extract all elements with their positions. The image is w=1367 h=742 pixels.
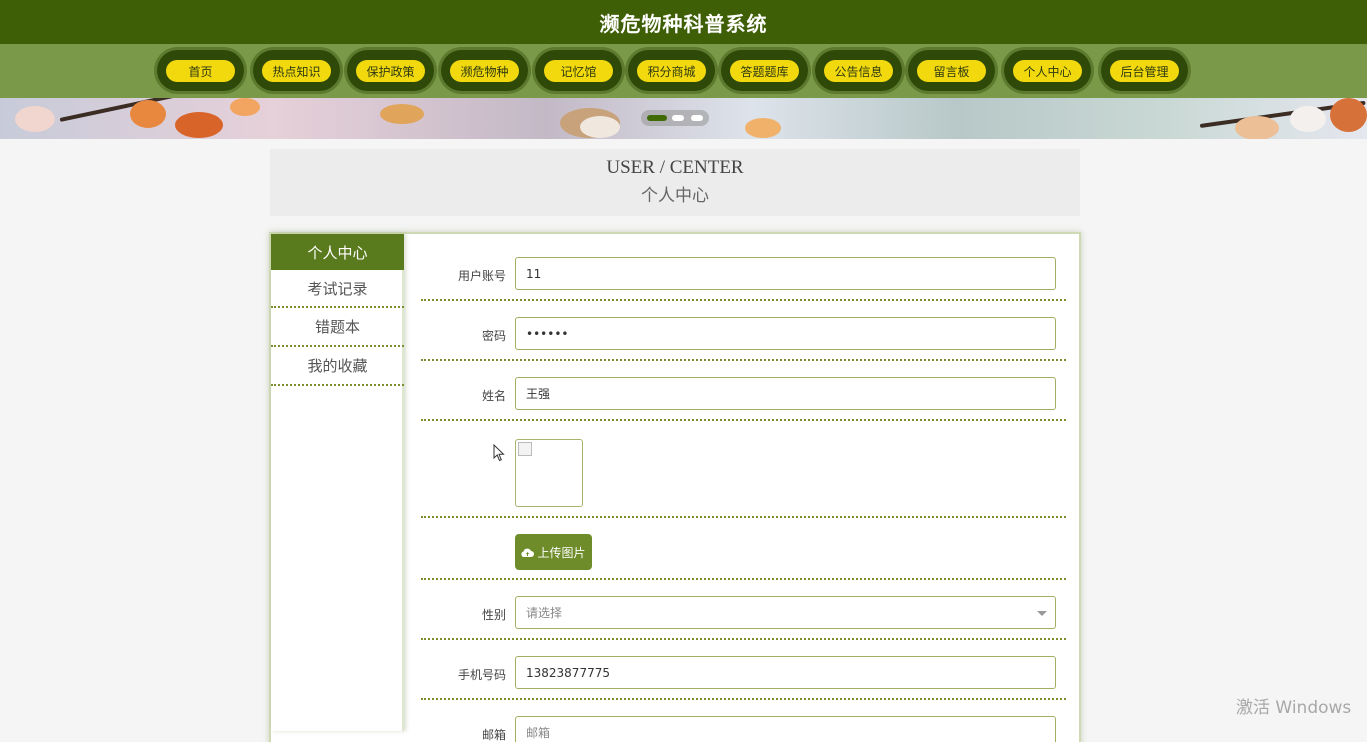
account-input[interactable]: 11 (515, 257, 1056, 290)
nav-label: 积分商城 (637, 60, 706, 82)
nav-label: 留言板 (917, 60, 986, 82)
nav-protection-policy[interactable]: 保护政策 (347, 50, 434, 91)
nav-label: 濒危物种 (450, 60, 519, 82)
nav-admin[interactable]: 后台管理 (1101, 50, 1188, 91)
nav-endangered-species[interactable]: 濒危物种 (441, 50, 528, 91)
nav-label: 后台管理 (1110, 60, 1179, 82)
nav-label: 个人中心 (1013, 60, 1082, 82)
nav-label: 答题题库 (730, 60, 799, 82)
windows-activation-watermark: 激活 Windows (1236, 698, 1352, 718)
password-label: 密码 (481, 329, 506, 343)
email-row: 邮箱 邮箱 (421, 700, 1066, 742)
nav-label: 首页 (166, 60, 235, 82)
blossom-decoration (1330, 98, 1367, 132)
carousel-dot[interactable] (672, 115, 684, 121)
cloud-upload-icon (521, 548, 535, 557)
site-title: 濒危物种科普系统 (599, 11, 768, 36)
mouse-pointer-icon (493, 444, 505, 462)
nav-memorial-hall[interactable]: 记忆馆 (535, 50, 622, 91)
name-row: 姓名 王强 (421, 361, 1066, 421)
chevron-down-icon (1037, 611, 1047, 616)
phone-label: 手机号码 (457, 668, 506, 682)
user-center-panel: 个人中心 考试记录 错题本 我的收藏 用户账号 11 密码 •••••• 姓名 … (269, 232, 1081, 742)
nav-points-mall[interactable]: 积分商城 (628, 50, 715, 91)
blossom-decoration (745, 118, 781, 138)
email-label: 邮箱 (481, 728, 506, 742)
nav-message-board[interactable]: 留言板 (908, 50, 995, 91)
account-row: 用户账号 11 (421, 234, 1066, 301)
section-title-en: USER / CENTER (606, 157, 744, 178)
section-header: USER / CENTER 个人中心 (270, 149, 1080, 216)
banner-carousel[interactable] (0, 98, 1367, 139)
top-header: 濒危物种科普系统 (0, 0, 1367, 44)
sidebar-item-exam-records[interactable]: 考试记录 (271, 270, 404, 308)
blossom-decoration (380, 104, 424, 124)
blossom-decoration (230, 98, 260, 116)
blossom-decoration (1290, 106, 1326, 132)
nav-question-bank[interactable]: 答题题库 (721, 50, 808, 91)
nav-label: 热点知识 (262, 60, 331, 82)
password-row: 密码 •••••• (421, 301, 1066, 361)
gender-select-value: 请选择 (526, 606, 563, 620)
nav-label: 保护政策 (356, 60, 425, 82)
phone-row: 手机号码 13823877775 (421, 640, 1066, 700)
carousel-dot-active[interactable] (647, 115, 667, 121)
blossom-decoration (580, 116, 620, 138)
broken-image-icon (518, 442, 532, 456)
blossom-decoration (15, 106, 55, 132)
nav-label: 记忆馆 (544, 60, 613, 82)
sidebar-item-personal-center[interactable]: 个人中心 (271, 234, 404, 270)
sidebar: 个人中心 考试记录 错题本 我的收藏 (271, 234, 404, 731)
blossom-decoration (130, 100, 166, 128)
gender-select[interactable]: 请选择 (515, 596, 1056, 629)
upload-image-button[interactable]: 上传图片 (515, 534, 592, 570)
nav-label: 公告信息 (824, 60, 893, 82)
gender-label: 性别 (481, 608, 506, 622)
carousel-indicators (641, 110, 709, 126)
name-label: 姓名 (481, 389, 506, 403)
main-nav: 首页 热点知识 保护政策 濒危物种 记忆馆 积分商城 答题题库 公告信息 留言板… (0, 44, 1367, 98)
carousel-dot[interactable] (691, 115, 703, 121)
blossom-decoration (175, 112, 223, 138)
account-label: 用户账号 (457, 269, 506, 283)
gender-row: 性别 请选择 (421, 580, 1066, 640)
name-input[interactable]: 王强 (515, 377, 1056, 410)
sidebar-item-favorites[interactable]: 我的收藏 (271, 347, 404, 386)
nav-hot-knowledge[interactable]: 热点知识 (253, 50, 340, 91)
email-input[interactable]: 邮箱 (515, 716, 1056, 742)
blossom-decoration (1235, 116, 1279, 139)
avatar-image[interactable] (515, 439, 583, 507)
upload-button-label: 上传图片 (537, 545, 586, 560)
nav-announcements[interactable]: 公告信息 (815, 50, 902, 91)
sidebar-item-wrong-questions[interactable]: 错题本 (271, 308, 404, 347)
password-input[interactable]: •••••• (515, 317, 1056, 350)
phone-input[interactable]: 13823877775 (515, 656, 1056, 689)
section-title-cn: 个人中心 (641, 186, 709, 206)
nav-personal-center[interactable]: 个人中心 (1004, 50, 1091, 91)
nav-home[interactable]: 首页 (157, 50, 244, 91)
